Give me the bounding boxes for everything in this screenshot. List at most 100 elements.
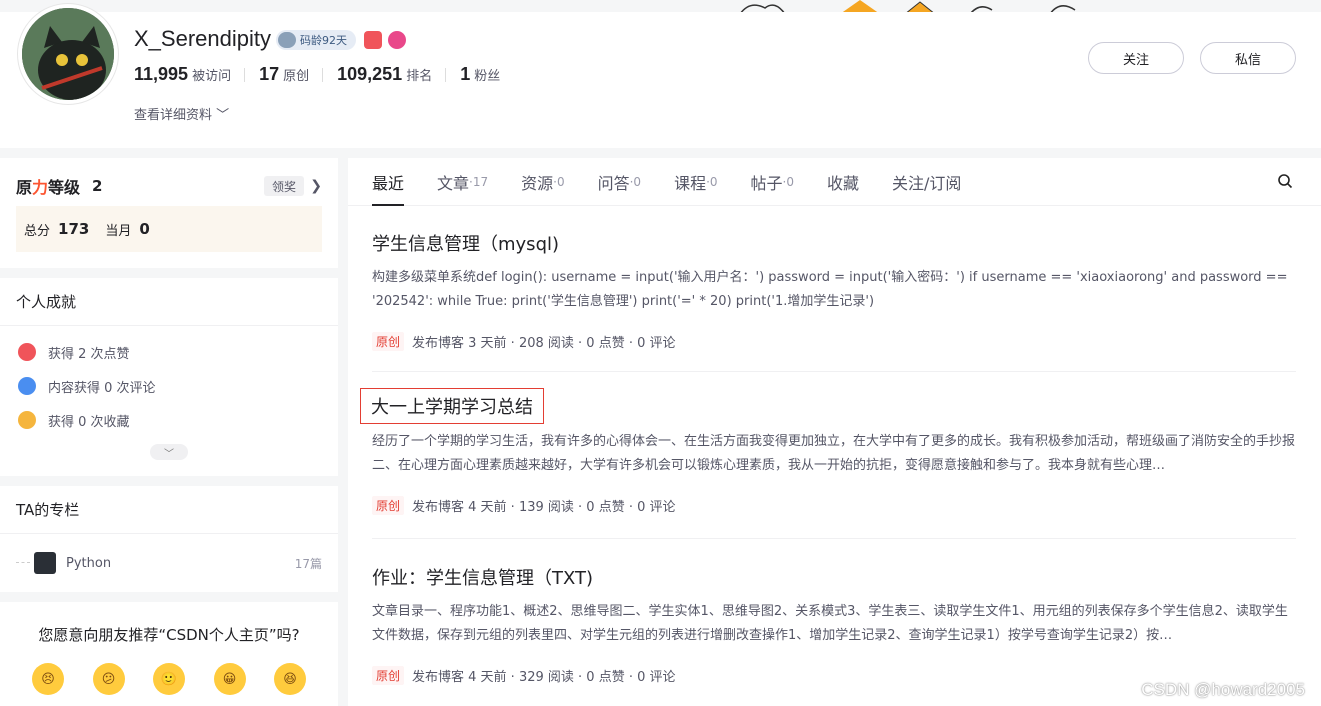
tab-label: 关注/订阅 bbox=[892, 173, 962, 193]
achievement-text: 获得 0 次收藏 bbox=[48, 414, 130, 430]
achievement-item: 获得 0 次收藏 bbox=[0, 403, 338, 437]
achievement-text: 获得 2 次点赞 bbox=[48, 346, 130, 362]
tab-following[interactable]: 关注/订阅 bbox=[892, 158, 961, 206]
stat-original: 17 原创 bbox=[259, 64, 324, 85]
month-value: 0 bbox=[139, 220, 150, 238]
article-desc: 经历了一个学期的学习生活，我有许多的心得体会一、在生活方面我变得更加独立，在大学… bbox=[372, 434, 1296, 473]
stat-value: 109,251 bbox=[337, 64, 403, 84]
achievements-title: 个人成就 bbox=[0, 278, 338, 326]
tab-count: ·0 bbox=[553, 174, 565, 189]
column-card: TA的专栏 Python 17篇 bbox=[0, 486, 338, 592]
avatar[interactable] bbox=[18, 4, 118, 104]
comment-achievement-icon bbox=[18, 377, 36, 395]
tab-label: 课程 bbox=[674, 173, 707, 193]
achievements-card: 个人成就 获得 2 次点赞 内容获得 0 次评论 获得 0 次收藏 ﹀ bbox=[0, 278, 338, 476]
tab-count: ·0 bbox=[706, 174, 718, 189]
view-details-link[interactable]: 查看详细资料 ﹀ bbox=[134, 104, 229, 123]
level-title-part: 原 bbox=[16, 178, 33, 197]
article-meta-text: 发布博客 3 天前 · 208 阅读 · 0 点赞 · 0 评论 bbox=[412, 336, 676, 351]
rating-likely-icon[interactable]: 😀 bbox=[213, 663, 246, 695]
achievement-item: 内容获得 0 次评论 bbox=[0, 369, 338, 403]
article-title[interactable]: 学生信息管理（mysql) bbox=[372, 230, 1296, 256]
view-details-label: 查看详细资料 bbox=[134, 108, 213, 123]
total-label: 总分 bbox=[24, 223, 51, 239]
code-age-badge: 码龄92天 bbox=[276, 30, 356, 50]
stat-value: 11,995 bbox=[134, 64, 189, 84]
level-title-part: 等级 bbox=[48, 178, 81, 197]
article-desc: 文章目录一、程序功能1、概述2、思维导图二、学生实体1、思维导图2、关系模式3、… bbox=[372, 604, 1288, 643]
stat-value: 17 bbox=[259, 64, 280, 84]
medal-icon[interactable] bbox=[364, 31, 382, 49]
tab-count: ·0 bbox=[629, 174, 642, 189]
stat-label: 原创 bbox=[283, 69, 310, 84]
code-age-label: 码龄92天 bbox=[300, 34, 347, 47]
article-meta-text: 发布博客 4 天前 · 329 阅读 · 0 点赞 · 0 评论 bbox=[412, 670, 676, 685]
recommend-card: 您愿意向朋友推荐“CSDN个人主页”吗? 😣 😕 🙂 😀 😆 bbox=[0, 602, 338, 706]
reward-button[interactable]: 领奖 bbox=[263, 176, 304, 196]
stat-label: 被访问 bbox=[192, 69, 232, 84]
tab-label: 问答 bbox=[597, 173, 630, 193]
watermark: CSDN @howard2005 bbox=[1141, 680, 1305, 699]
favorite-achievement-icon bbox=[18, 411, 36, 429]
stat-visits: 11,995 被访问 bbox=[134, 64, 246, 85]
total-value: 173 bbox=[58, 220, 90, 238]
article-meta: 原创 发布博客 3 天前 · 208 阅读 · 0 点赞 · 0 评论 bbox=[372, 332, 1296, 351]
chevron-down-icon: ﹀ bbox=[216, 108, 230, 123]
tab-articles[interactable]: 文章 ·17 bbox=[437, 158, 488, 206]
rating-very-unlikely-icon[interactable]: 😣 bbox=[32, 663, 64, 695]
message-button[interactable]: 私信 bbox=[1200, 42, 1296, 74]
article-meta-text: 发布博客 4 天前 · 139 阅读 · 0 点赞 · 0 评论 bbox=[412, 500, 676, 515]
follow-button[interactable]: 关注 bbox=[1088, 42, 1184, 74]
original-tag: 原创 bbox=[372, 496, 405, 515]
column-name: Python bbox=[66, 555, 112, 571]
score-box: 总分 173 当月 0 bbox=[16, 206, 322, 252]
level-title-highlight: 力 bbox=[32, 178, 49, 197]
article-meta: 原创 发布博客 4 天前 · 139 阅读 · 0 点赞 · 0 评论 bbox=[372, 496, 1296, 515]
tab-label: 收藏 bbox=[827, 173, 860, 193]
level-value: 2 bbox=[92, 177, 103, 195]
column-item[interactable]: Python 17篇 bbox=[16, 552, 322, 574]
stat-rank: 109,251 排名 bbox=[337, 64, 447, 85]
tree-line bbox=[16, 562, 30, 563]
recommend-question: 您愿意向朋友推荐“CSDN个人主页”吗? bbox=[38, 626, 300, 644]
like-achievement-icon bbox=[18, 343, 36, 361]
stat-fans: 1 粉丝 bbox=[460, 64, 514, 85]
rating-very-likely-icon[interactable]: 😆 bbox=[274, 663, 306, 695]
username: X_Serendipity bbox=[134, 26, 271, 51]
tab-favorites[interactable]: 收藏 bbox=[827, 158, 859, 206]
article-title[interactable]: 大一上学期学习总结 bbox=[360, 388, 544, 424]
article-item[interactable]: 大一上学期学习总结 经历了一个学期的学习生活，我有许多的心得体会一、在生活方面我… bbox=[360, 388, 1296, 539]
expand-achievements-button[interactable]: ﹀ bbox=[150, 444, 188, 460]
column-thumbnail bbox=[34, 552, 56, 574]
tab-count: ·17 bbox=[469, 174, 489, 189]
rating-unlikely-icon[interactable]: 😕 bbox=[92, 663, 125, 695]
tab-recent[interactable]: 最近 bbox=[372, 158, 405, 206]
rating-neutral-icon[interactable]: 🙂 bbox=[153, 663, 185, 695]
search-icon[interactable] bbox=[1277, 173, 1293, 189]
article-item[interactable]: 学生信息管理（mysql) 构建多级菜单系统def login(): usern… bbox=[372, 230, 1296, 372]
achievement-text: 内容获得 0 次评论 bbox=[48, 380, 156, 396]
tab-label: 资源 bbox=[521, 173, 554, 193]
column-count: 17篇 bbox=[294, 556, 322, 571]
stat-label: 排名 bbox=[406, 69, 433, 84]
code-age-icon bbox=[278, 32, 296, 48]
rating-emojis: 😣 😕 🙂 😀 😆 bbox=[0, 663, 338, 695]
badge-icon[interactable] bbox=[388, 31, 406, 49]
tab-resources[interactable]: 资源 ·0 bbox=[521, 158, 564, 206]
original-tag: 原创 bbox=[372, 666, 405, 685]
main-content: 最近 文章 ·17 资源 ·0 问答 ·0 课程 ·0 帖子 ·0 收藏 关注/订阅 学生… bbox=[348, 158, 1321, 706]
chevron-down-icon: ﹀ bbox=[164, 448, 174, 460]
chevron-right-icon[interactable]: ❯ bbox=[310, 178, 322, 194]
tab-count: ·0 bbox=[782, 174, 794, 189]
tab-courses[interactable]: 课程 ·0 bbox=[674, 158, 717, 206]
tab-label: 帖子 bbox=[750, 173, 783, 193]
level-card: 原力等级 2 领奖 ❯ 总分 173 当月 0 bbox=[0, 158, 338, 268]
column-title: TA的专栏 bbox=[0, 486, 338, 534]
profile-stats: 11,995 被访问 17 原创 109,251 排名 1 粉丝 bbox=[134, 64, 528, 85]
tab-label: 最近 bbox=[372, 173, 405, 193]
article-title[interactable]: 作业：学生信息管理（TXT) bbox=[372, 564, 1296, 590]
content-tabs: 最近 文章 ·17 资源 ·0 问答 ·0 课程 ·0 帖子 ·0 收藏 关注/订阅 bbox=[348, 158, 1321, 206]
tab-qa[interactable]: 问答 ·0 bbox=[598, 158, 641, 206]
tab-posts[interactable]: 帖子 ·0 bbox=[751, 158, 794, 206]
month-label: 当月 bbox=[105, 223, 132, 239]
